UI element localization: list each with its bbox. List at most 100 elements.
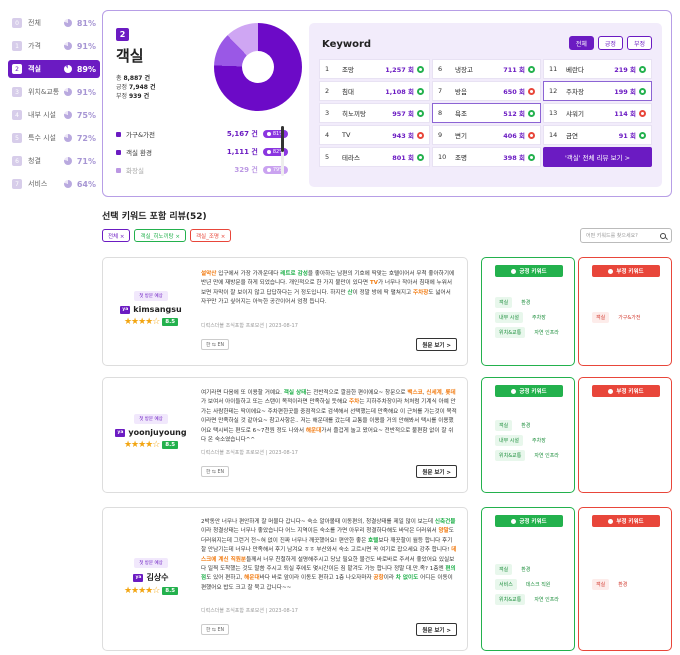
search-input[interactable]: 어떤 키워드를 찾으세요? — [586, 232, 638, 239]
keyword-filter-button[interactable]: 긍정 — [597, 36, 623, 50]
sidebar-item-percent: 75% — [76, 110, 96, 120]
sidebar-item[interactable]: 5 특수 시설 72% — [8, 129, 100, 147]
sidebar-item[interactable]: 3 위치&교통 91% — [8, 83, 100, 101]
stat-label: 부정 — [116, 93, 128, 100]
keyword-rank: 10 — [438, 153, 447, 161]
keyword-name: 자연 인프라 — [534, 452, 559, 459]
highlighted-keyword: 백스코 — [407, 390, 423, 396]
keyword-chip[interactable]: 객실_히노끼탕 × — [134, 229, 186, 242]
legend-percent-badge: 79% — [262, 166, 288, 174]
sidebar-item[interactable]: 1 가격 91% — [8, 37, 100, 55]
keyword-label: 욕조 — [455, 110, 467, 118]
review-meta: 디럭스더블 조식포함 프로모션 | 2023-08-17 — [201, 608, 298, 614]
translate-toggle[interactable]: 한 ⇆ EN — [201, 339, 230, 350]
keyword-item[interactable]: 2 침대 1,108 회 — [319, 81, 430, 101]
legend-count: 1,111 건 — [226, 148, 258, 156]
reviewer-name-row: ya yoonjuyoung — [103, 428, 199, 437]
keyword-pair: 객실 환경 — [495, 419, 559, 431]
star-rating-icon: ★★★★☆ — [123, 440, 160, 450]
sidebar-item-label: 내부 시설 — [28, 111, 56, 119]
keyword-item[interactable]: 1 조망 1,257 회 — [319, 59, 430, 79]
keyword-panel-title: Keyword — [322, 39, 372, 50]
keyword-item[interactable]: 10 조명 398 회 — [432, 147, 541, 167]
sidebar-item-number: 0 — [12, 18, 22, 28]
legend-item[interactable]: 가구&가전 5,167 건 81% — [116, 126, 288, 142]
legend-scrollbar[interactable] — [281, 126, 284, 176]
stat-label: 긍정 — [116, 84, 128, 91]
review-text-segment: 이라 — [383, 575, 396, 582]
keyword-item[interactable]: 7 방음 650 회 — [432, 81, 541, 101]
keyword-chip[interactable]: 객실_조명 × — [189, 229, 232, 242]
translate-toggle[interactable]: 한 ⇆ EN — [201, 466, 230, 477]
keyword-rank: 14 — [549, 131, 558, 139]
translate-toggle[interactable]: 한 ⇆ EN — [201, 624, 230, 635]
highlighted-keyword: 신세계 — [426, 390, 442, 396]
positive-dot-icon — [639, 87, 646, 95]
keyword-filter-button[interactable]: 부정 — [626, 36, 652, 50]
stat-value: 939 건 — [128, 93, 150, 100]
keyword-label: 히노끼탕 — [342, 110, 366, 118]
view-original-button[interactable]: 원문 보기 > — [416, 338, 457, 351]
keyword-item[interactable]: 11 베란다 219 회 — [543, 59, 652, 79]
keyword-rank: 5 — [325, 153, 330, 161]
reviews-title: 선택 키워드 포함 리뷰(52) — [102, 212, 207, 222]
legend-item[interactable]: 객실 환경 1,111 건 82% — [116, 144, 288, 160]
keyword-label: 침대 — [342, 88, 354, 96]
view-original-button[interactable]: 원문 보기 > — [416, 623, 457, 636]
sentiment-donut-chart — [214, 23, 302, 111]
source-logo-icon: ya — [120, 305, 131, 314]
keyword-item[interactable]: 14 금연 91 회 — [543, 125, 652, 145]
smile-icon — [511, 518, 517, 524]
keyword-search[interactable]: 어떤 키워드를 찾으세요? — [580, 228, 672, 243]
sidebar-item[interactable]: 2 객실 89% — [8, 60, 100, 78]
keyword-name: 가구&가전 — [618, 314, 641, 321]
keyword-rows: 객실 가구&가전 — [592, 311, 641, 326]
search-icon[interactable] — [660, 232, 666, 239]
frown-icon — [608, 268, 614, 274]
keyword-filter-button[interactable]: 전체 — [568, 36, 594, 50]
stat-line: 부정 939 건 — [116, 92, 156, 101]
highlighted-keyword: 레트로 감성 — [280, 271, 308, 277]
stat-value: 7,948 건 — [128, 84, 156, 91]
keyword-category: 객실 — [495, 296, 513, 308]
negative-keyword-box: 부정 키워드 객실 가구&가전 — [578, 257, 672, 366]
keyword-item[interactable]: 5 테라스 801 회 — [319, 147, 430, 167]
review-author: 첫 방문 예상 ya 김상수 ★★★★☆ 8.5 — [103, 558, 199, 596]
keyword-count: 711 회 — [503, 66, 525, 74]
mini-pie-icon — [63, 180, 72, 188]
keyword-item[interactable]: 9 변기 406 회 — [432, 125, 541, 145]
highlighted-keyword: 해운대 — [244, 575, 260, 582]
keyword-count: 943 회 — [392, 132, 414, 140]
view-original-button[interactable]: 원문 보기 > — [416, 465, 457, 478]
positive-dot-icon — [417, 109, 424, 117]
negative-dot-icon — [528, 87, 535, 95]
sidebar-item[interactable]: 4 내부 시설 75% — [8, 106, 100, 124]
keyword-count: 512 회 — [503, 110, 525, 118]
sidebar-item-number: 1 — [12, 41, 22, 51]
sidebar-item[interactable]: 6 청결 71% — [8, 152, 100, 170]
highlighted-keyword: TV — [369, 280, 378, 287]
legend-item[interactable]: 화장실 329 건 79% — [116, 162, 288, 178]
review-text: 2박동안 너무나 편안하게 잘 머물다 갑니다~ 숙소 알아볼때 이동편의, 청… — [201, 518, 457, 593]
keyword-chip[interactable]: 전체 × — [102, 229, 131, 242]
keyword-item[interactable]: 13 샤워기 114 회 — [543, 103, 652, 123]
keyword-item[interactable]: 12 주차장 199 회 — [543, 81, 652, 101]
sidebar-item-percent: 71% — [76, 156, 96, 166]
keyword-rows: 객실 환경 — [592, 578, 627, 593]
keyword-item[interactable]: 6 냉장고 711 회 — [432, 59, 541, 79]
keyword-category: 객실 — [495, 563, 513, 575]
stat-value: 8,887 건 — [123, 75, 151, 82]
stat-label: 총 — [116, 75, 122, 82]
keyword-item[interactable]: 8 욕조 512 회 — [432, 103, 541, 123]
keyword-count: 219 회 — [614, 66, 636, 74]
keyword-item[interactable]: 3 히노끼탕 957 회 — [319, 103, 430, 123]
sidebar-item[interactable]: 7 서비스 64% — [8, 175, 100, 193]
sidebar-item-percent: 72% — [76, 133, 96, 143]
review-text: 설악산 입구에서 가장 가까운데다 레트로 감성을 좋아하는 남편의 기호에 딱… — [201, 270, 457, 308]
keyword-rank: 7 — [438, 87, 443, 95]
view-all-reviews-button[interactable]: '객실' 전체 리뷰 보기 > — [543, 147, 652, 167]
keyword-item[interactable]: 4 TV 943 회 — [319, 125, 430, 145]
visit-tag: 첫 방문 예상 — [134, 558, 168, 568]
sidebar-item[interactable]: 0 전체 81% — [8, 14, 100, 32]
review-text-segment: 는 전반적으로 깔끔한 편이에요~ 창문으로 — [306, 390, 408, 396]
